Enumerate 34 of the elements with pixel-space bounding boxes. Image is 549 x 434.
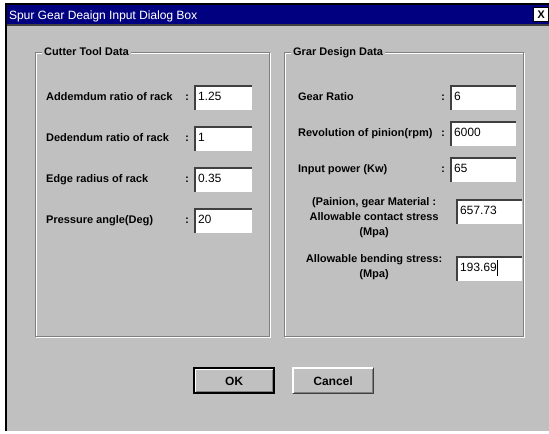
field-label: Gear Ratio	[298, 90, 354, 104]
input-field[interactable]: 6000	[450, 120, 516, 146]
group-title: Cutter Tool Data	[42, 46, 131, 58]
field-label: (Mpa)	[359, 267, 389, 282]
field-label: Edge radius of rack	[46, 172, 148, 186]
colon-text: :	[184, 91, 190, 103]
window-title: Spur Gear Deaign Input Dialog Box	[9, 8, 198, 22]
group-title: Grar Design Data	[291, 46, 385, 58]
input-field[interactable]: 65	[450, 156, 516, 182]
colon-text: :	[440, 163, 446, 175]
field-label: Dedendum ratio of rack	[46, 130, 169, 146]
colon-text: :	[440, 91, 446, 103]
close-button[interactable]: X	[533, 7, 549, 22]
field-label: Addemdum ratio of rack	[46, 90, 173, 104]
input-field[interactable]: 6	[450, 84, 516, 110]
field-label: Input power (Kw)	[298, 162, 388, 176]
field-label: Pressure angle(Deg)	[46, 212, 153, 228]
input-field[interactable]: 657.73	[456, 199, 522, 224]
colon-text: :	[184, 173, 190, 185]
colon-text: :	[184, 214, 190, 226]
input-field[interactable]: 0.35	[194, 166, 252, 192]
input-field[interactable]: 193.69	[456, 256, 522, 281]
cancel-button[interactable]: Cancel	[292, 367, 374, 394]
field-label: Revolution of pinion(rpm)	[298, 126, 432, 140]
input-field[interactable]: 1.25	[194, 84, 252, 110]
field-label: (Painion, gear Material :	[312, 195, 436, 210]
input-field[interactable]: 1	[194, 126, 252, 150]
colon-text: :	[440, 127, 446, 139]
ok-button[interactable]: OK	[193, 367, 275, 394]
field-label: Allowable contact stress	[310, 210, 438, 225]
field-label: Allowable bending stress:	[306, 252, 442, 267]
field-label: (Mpa)	[359, 225, 389, 240]
colon-text: :	[184, 132, 190, 144]
input-field[interactable]: 20	[194, 208, 252, 232]
